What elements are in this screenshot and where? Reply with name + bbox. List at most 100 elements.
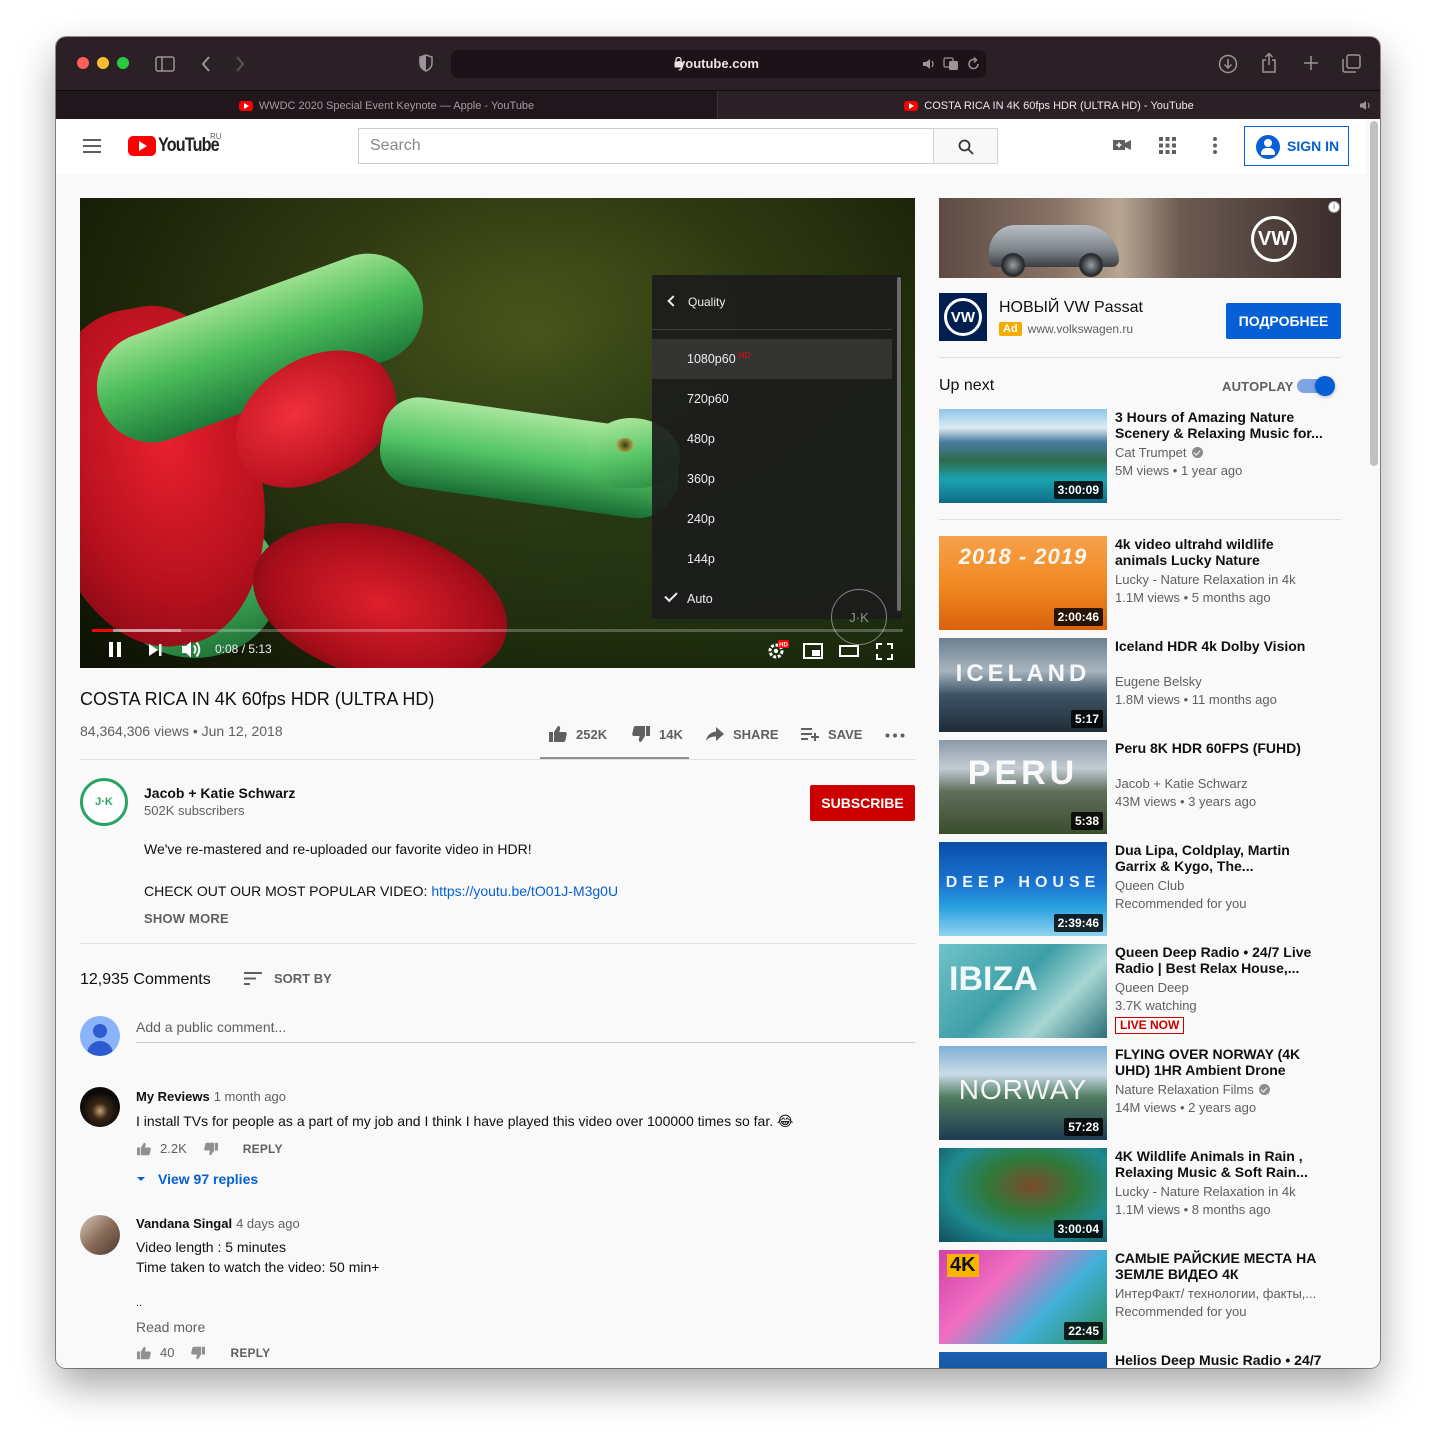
back-icon[interactable] <box>200 55 212 73</box>
progress-bar[interactable] <box>92 629 903 632</box>
address-bar[interactable]: youtube.com <box>451 50 986 78</box>
ad-cta-button[interactable]: ПОДРОБНЕЕ <box>1226 303 1341 339</box>
reload-icon[interactable] <box>967 57 980 71</box>
recommended-video[interactable]: 4K 22:45 САМЫЕ РАЙСКИЕ МЕСТА НА ЗЕМЛЕ ВИ… <box>939 1250 1341 1344</box>
fullscreen-icon[interactable] <box>876 643 893 660</box>
page-scrollbar[interactable] <box>1370 121 1378 466</box>
recommended-video[interactable]: 3:00:04 4K Wildlife Animals in Rain , Re… <box>939 1148 1341 1242</box>
video-thumbnail[interactable] <box>939 1352 1107 1368</box>
search-button[interactable] <box>933 128 998 164</box>
tab-overview-icon[interactable] <box>1342 54 1361 73</box>
thumbs-down-icon[interactable] <box>190 1346 206 1360</box>
video-thumbnail[interactable]: IBIZA <box>939 944 1107 1038</box>
ad-banner-image[interactable]: VW <box>939 198 1341 278</box>
reply-button[interactable]: REPLY <box>243 1142 283 1156</box>
video-thumbnail[interactable]: DEEP HOUSE 2:39:46 <box>939 842 1107 936</box>
more-horizontal-icon[interactable] <box>885 733 905 738</box>
tab-audio-icon[interactable] <box>1359 100 1372 111</box>
channel-name[interactable]: Jacob + Katie Schwarz <box>144 785 295 801</box>
video-thumbnail[interactable]: 3:00:09 <box>939 409 1107 503</box>
youtube-logo[interactable]: YouTube RU <box>128 132 229 157</box>
comment-author-avatar[interactable] <box>80 1215 120 1255</box>
tab-wwdc[interactable]: WWDC 2020 Special Event Keynote — Apple … <box>56 91 718 120</box>
menu-icon[interactable] <box>83 139 101 153</box>
video-thumbnail[interactable]: 2018 - 2019 2:00:46 <box>939 536 1107 630</box>
recommended-video[interactable]: IBIZA Queen Deep Radio • 24/7 Live Radio… <box>939 944 1341 1038</box>
save-button[interactable]: SAVE <box>800 719 862 749</box>
recommended-video[interactable]: NORWAY 57:28 FLYING OVER NORWAY (4K UHD)… <box>939 1046 1341 1140</box>
audio-playing-icon[interactable] <box>922 58 936 70</box>
apps-grid-icon[interactable] <box>1159 137 1176 154</box>
recommended-video[interactable]: 3:00:09 3 Hours of Amazing Nature Scener… <box>939 409 1341 503</box>
subscribe-button[interactable]: SUBSCRIBE <box>810 785 915 821</box>
view-replies-button[interactable]: View 97 replies <box>136 1171 258 1187</box>
thumbs-up-icon[interactable] <box>136 1142 152 1156</box>
miniplayer-icon[interactable] <box>803 643 823 659</box>
privacy-shield-icon[interactable] <box>419 54 433 72</box>
translate-icon[interactable] <box>943 57 959 71</box>
new-tab-icon[interactable] <box>1303 55 1319 71</box>
channel-avatar[interactable]: J·K <box>80 778 128 826</box>
theater-mode-icon[interactable] <box>839 645 859 657</box>
search-input[interactable] <box>359 129 933 163</box>
create-video-icon[interactable] <box>1112 137 1132 153</box>
quality-menu-back[interactable]: Quality <box>652 275 892 330</box>
share-icon[interactable] <box>1261 52 1277 74</box>
quality-option-720p60[interactable]: 720p60 <box>652 379 892 419</box>
video-thumbnail[interactable]: ICELAND 5:17 <box>939 638 1107 732</box>
tab-costa-rica[interactable]: COSTA RICA IN 4K 60fps HDR (ULTRA HD) - … <box>718 91 1380 120</box>
sign-in-button[interactable]: SIGN IN <box>1244 126 1349 166</box>
video-player[interactable]: Quality 1080p60 HD 720p60 480p 360p 240p … <box>80 198 915 668</box>
share-button[interactable]: SHARE <box>705 719 779 749</box>
video-thumbnail[interactable]: 3:00:04 <box>939 1148 1107 1242</box>
video-thumbnail[interactable]: 4K 22:45 <box>939 1250 1107 1344</box>
youtube-favicon-icon <box>238 100 253 111</box>
channel-watermark-icon[interactable]: J·K <box>831 589 887 645</box>
recommended-video[interactable]: 2018 - 2019 2:00:46 4k video ultrahd wil… <box>939 536 1341 630</box>
volume-icon[interactable] <box>181 640 203 659</box>
reply-button[interactable]: REPLY <box>230 1346 270 1360</box>
downloads-icon[interactable] <box>1218 54 1238 74</box>
video-thumbnail[interactable]: NORWAY 57:28 <box>939 1046 1107 1140</box>
autoplay-toggle[interactable] <box>1297 376 1335 396</box>
dislike-button[interactable]: 14K <box>631 719 683 749</box>
browser-toolbar: youtube.com <box>56 37 1380 90</box>
quality-option-144p[interactable]: 144p <box>652 539 892 579</box>
quality-option-480p[interactable]: 480p <box>652 419 892 459</box>
description-link[interactable]: https://youtu.be/tO01J-M3g0U <box>431 883 618 899</box>
more-vertical-icon[interactable] <box>1213 137 1217 154</box>
thumbs-up-icon[interactable] <box>136 1346 152 1360</box>
sort-by-button[interactable]: SORT BY <box>244 971 332 986</box>
recommended-video[interactable]: DEEP HOUSE 2:39:46 Dua Lipa, Coldplay, M… <box>939 842 1341 936</box>
minimize-window-button[interactable] <box>97 57 109 69</box>
comment-author-avatar[interactable] <box>80 1087 120 1127</box>
recommended-video[interactable]: PERU 5:38 Peru 8K HDR 60FPS (FUHD) Jacob… <box>939 740 1341 834</box>
close-window-button[interactable] <box>77 57 89 69</box>
thumbs-down-icon[interactable] <box>203 1142 219 1156</box>
quality-menu-scrollbar[interactable] <box>897 277 901 611</box>
read-more-button[interactable]: Read more <box>136 1317 205 1337</box>
show-more-button[interactable]: SHOW MORE <box>144 911 229 926</box>
like-button[interactable]: 252K <box>548 719 607 749</box>
sort-icon <box>244 972 262 985</box>
sidebar-toggle-icon[interactable] <box>155 56 175 72</box>
description-line: CHECK OUT OUR MOST POPULAR VIDEO: https:… <box>144 883 619 899</box>
comment-author[interactable]: Vandana Singal 4 days ago <box>136 1216 300 1231</box>
quality-option-240p[interactable]: 240p <box>652 499 892 539</box>
ad-title[interactable]: НОВЫЙ VW Passat <box>999 299 1143 317</box>
recommended-video[interactable]: Helios Deep Music Radio • 24/7 <box>939 1352 1341 1368</box>
url-text: youtube.com <box>678 56 759 71</box>
add-comment-input[interactable]: Add a public comment... <box>136 1019 915 1043</box>
video-thumbnail[interactable]: PERU 5:38 <box>939 740 1107 834</box>
next-video-icon[interactable] <box>148 643 163 657</box>
settings-gear-icon[interactable]: HD <box>767 640 789 660</box>
recommended-video[interactable]: ICELAND 5:17 Iceland HDR 4k Dolby Vision… <box>939 638 1341 732</box>
comment-author[interactable]: My Reviews 1 month ago <box>136 1089 286 1104</box>
pause-icon[interactable] <box>108 641 122 658</box>
forward-icon[interactable] <box>234 55 246 73</box>
zoom-window-button[interactable] <box>117 57 129 69</box>
advertiser-logo[interactable]: VW <box>939 293 987 341</box>
ad-info-icon[interactable]: i <box>1328 201 1340 213</box>
quality-option-1080p60[interactable]: 1080p60 HD <box>652 339 892 379</box>
quality-option-360p[interactable]: 360p <box>652 459 892 499</box>
